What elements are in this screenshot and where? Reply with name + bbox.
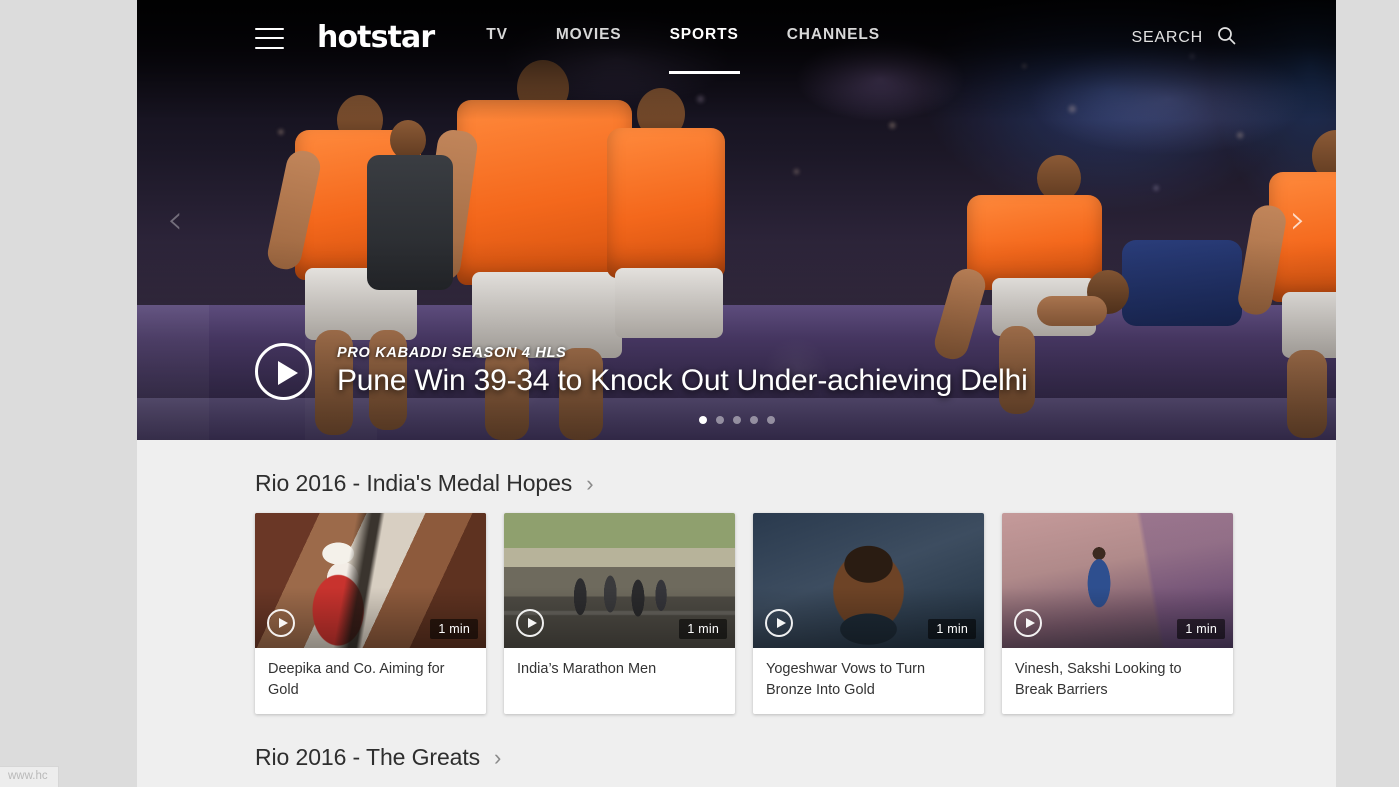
- hero-next-arrow[interactable]: ›: [1290, 200, 1306, 240]
- chevron-right-icon[interactable]: ›: [586, 472, 593, 495]
- carousel-dot[interactable]: [698, 416, 707, 424]
- play-icon[interactable]: [765, 609, 793, 637]
- hero-kicker: PRO KABADDI SEASON 4 HLS: [337, 345, 567, 361]
- main-navigation: hotstar TV MOVIES SPORTS CHANNELS SEARCH: [137, 0, 1336, 76]
- page-root: hotstar TV MOVIES SPORTS CHANNELS SEARCH: [0, 0, 1399, 787]
- duration-badge: 1 min: [430, 619, 478, 639]
- video-card[interactable]: 1 min Vinesh, Sakshi Looking to Break Ba…: [1002, 513, 1233, 715]
- hero-title: Pune Win 39-34 to Knock Out Under-achiev…: [337, 364, 1028, 397]
- video-card[interactable]: 1 min Deepika and Co. Aiming for Gold: [255, 513, 486, 715]
- video-card[interactable]: 1 min India’s Marathon Men: [504, 513, 735, 715]
- search-label: SEARCH: [1131, 29, 1203, 46]
- section-medal-hopes: Rio 2016 - India's Medal Hopes › 1 min D…: [137, 440, 1336, 715]
- section-title: Rio 2016 - The Greats: [255, 744, 481, 771]
- card-thumbnail: 1 min: [753, 513, 984, 648]
- play-icon[interactable]: [267, 609, 295, 637]
- hero-carousel-dots: [137, 416, 1336, 424]
- hero-prev-arrow[interactable]: ‹: [167, 200, 183, 240]
- card-title: Deepika and Co. Aiming for Gold: [268, 661, 445, 698]
- carousel-dot[interactable]: [732, 416, 741, 424]
- section-header[interactable]: Rio 2016 - India's Medal Hopes ›: [255, 440, 594, 513]
- play-icon[interactable]: [1014, 609, 1042, 637]
- nav-item-channels[interactable]: CHANNELS: [787, 26, 880, 50]
- hamburger-menu-icon[interactable]: [255, 27, 284, 49]
- hotstar-logo[interactable]: hotstar: [317, 23, 435, 53]
- section-the-greats: Rio 2016 - The Greats ›: [137, 714, 1336, 787]
- hero-carousel[interactable]: hotstar TV MOVIES SPORTS CHANNELS SEARCH: [137, 0, 1336, 440]
- nav-item-tv[interactable]: TV: [486, 26, 508, 50]
- search-button[interactable]: SEARCH: [1132, 26, 1236, 50]
- card-thumbnail: 1 min: [255, 513, 486, 648]
- duration-badge: 1 min: [928, 619, 976, 639]
- browser-status-url: www.hc: [0, 766, 59, 787]
- carousel-dot[interactable]: [749, 416, 758, 424]
- hero-play-icon[interactable]: [255, 343, 312, 400]
- card-thumbnail: 1 min: [1002, 513, 1233, 648]
- video-card[interactable]: 1 min Yogeshwar Vows to Turn Bronze Into…: [753, 513, 984, 715]
- duration-badge: 1 min: [679, 619, 727, 639]
- nav-item-movies[interactable]: MOVIES: [556, 26, 622, 50]
- hero-text-block: PRO KABADDI SEASON 4 HLS Pune Win 39-34 …: [337, 345, 1028, 398]
- card-thumbnail: 1 min: [504, 513, 735, 648]
- card-row: 1 min Deepika and Co. Aiming for Gold 1 …: [255, 513, 1336, 715]
- card-title: Vinesh, Sakshi Looking to Break Barriers: [1015, 661, 1182, 698]
- nav-item-sports[interactable]: SPORTS: [668, 26, 740, 74]
- section-header[interactable]: Rio 2016 - The Greats ›: [255, 714, 501, 787]
- content-column: hotstar TV MOVIES SPORTS CHANNELS SEARCH: [137, 0, 1336, 787]
- hero-caption[interactable]: PRO KABADDI SEASON 4 HLS Pune Win 39-34 …: [255, 343, 1028, 400]
- duration-badge: 1 min: [1177, 619, 1225, 639]
- chevron-right-icon[interactable]: ›: [494, 746, 501, 769]
- card-title: Yogeshwar Vows to Turn Bronze Into Gold: [766, 661, 926, 698]
- section-title: Rio 2016 - India's Medal Hopes: [255, 470, 573, 496]
- search-icon[interactable]: [1217, 26, 1236, 50]
- carousel-dot[interactable]: [715, 416, 724, 424]
- play-icon[interactable]: [516, 609, 544, 637]
- card-title: India’s Marathon Men: [517, 661, 657, 677]
- nav-links: TV MOVIES SPORTS CHANNELS: [486, 26, 928, 74]
- carousel-dot[interactable]: [766, 416, 775, 424]
